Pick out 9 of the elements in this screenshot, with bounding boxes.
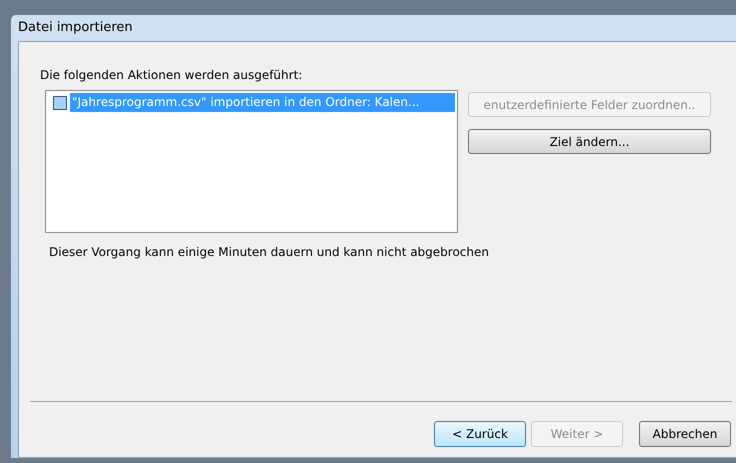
nav-button[interactable]: < Zurück [434,421,526,447]
actions-label: Die folgenden Aktionen werden ausgeführt: [40,67,304,84]
action-item[interactable]: "Jahresprogramm.csv" importieren in den Ordner: Kalen... [70,93,455,112]
checkbox[interactable] [53,96,67,110]
window-title: Datei importieren [18,19,133,38]
nav-button[interactable]: Abbrechen [639,421,731,447]
action-button[interactable]: Ziel ändern... [468,129,711,154]
actions-list[interactable]: "Jahresprogramm.csv" importieren in den Ordner: Kalen... [45,90,458,233]
info-message: Dieser Vorgang kann einige Minuten dauern und kann nicht abgebrochen [49,244,490,261]
